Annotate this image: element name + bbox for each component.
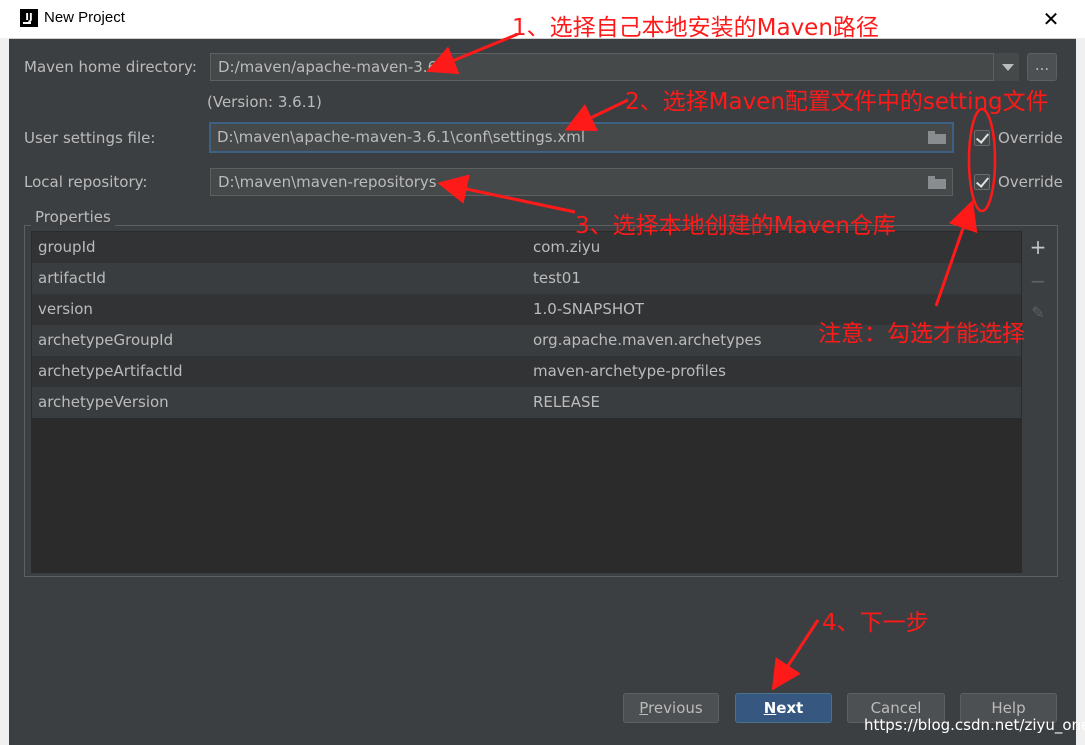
maven-home-label: Maven home directory: <box>24 58 197 76</box>
close-icon[interactable]: ✕ <box>1037 5 1065 33</box>
properties-table: groupId com.ziyu artifactId test01 versi… <box>31 231 1022 573</box>
next-mnemonic: N <box>763 699 777 717</box>
previous-label: revious <box>648 699 703 717</box>
property-key: archetypeArtifactId <box>38 362 183 380</box>
annotation-step-1: 1、选择自己本地安装的Maven路径 <box>512 15 879 41</box>
next-label: ext <box>776 699 804 717</box>
previous-mnemonic: P <box>639 699 649 717</box>
override-repo-label: Override <box>998 173 1063 191</box>
chevron-down-icon[interactable] <box>993 53 1019 81</box>
intellij-icon: IJ <box>20 9 38 27</box>
maven-version-text: (Version: 3.6.1) <box>207 93 322 111</box>
annotation-note: 注意：勾选才能选择 <box>818 321 1025 347</box>
table-row[interactable]: archetypeVersion RELEASE <box>32 387 1021 418</box>
property-key: groupId <box>38 238 96 256</box>
edit-icon[interactable]: ✎ <box>1028 303 1048 323</box>
remove-icon[interactable]: − <box>1028 271 1048 291</box>
property-key: archetypeVersion <box>38 393 169 411</box>
override-repo-checkbox[interactable] <box>974 174 990 190</box>
user-settings-label: User settings file: <box>24 129 156 147</box>
property-key: archetypeGroupId <box>38 331 174 349</box>
folder-icon[interactable] <box>928 176 946 189</box>
next-button[interactable]: Next <box>735 693 832 723</box>
previous-button[interactable]: Previous <box>623 693 719 723</box>
annotation-step-3: 3、选择本地创建的Maven仓库 <box>575 213 896 239</box>
override-highlight-circle <box>967 107 997 213</box>
property-value: 1.0-SNAPSHOT <box>533 300 645 318</box>
property-value: org.apache.maven.archetypes <box>533 331 762 349</box>
user-settings-input[interactable]: D:\maven\apache-maven-3.6.1\conf\setting… <box>209 122 954 153</box>
maven-home-input[interactable]: D:/maven/apache-maven-3.6.1 <box>210 53 994 81</box>
watermark: https://blog.csdn.net/ziyu_one <box>864 716 1085 734</box>
override-settings-label: Override <box>998 129 1063 147</box>
property-value: test01 <box>533 269 581 287</box>
properties-toolbar: + − ✎ <box>1022 231 1054 573</box>
arrow-2 <box>564 98 629 132</box>
property-value: RELEASE <box>533 393 600 411</box>
window-border-left <box>0 38 9 745</box>
local-repo-input[interactable]: D:\maven\maven-repositorys <box>210 168 953 196</box>
table-row[interactable]: archetypeArtifactId maven-archetype-prof… <box>32 356 1021 387</box>
property-value: maven-archetype-profiles <box>533 362 726 380</box>
browse-button[interactable]: ... <box>1027 53 1057 81</box>
add-icon[interactable]: + <box>1028 237 1048 257</box>
arrow-4 <box>771 619 820 691</box>
annotation-step-2: 2、选择Maven配置文件中的setting文件 <box>625 89 1049 115</box>
table-row[interactable]: artifactId test01 <box>32 263 1021 294</box>
properties-title: Properties <box>31 208 115 226</box>
property-key: version <box>38 300 93 318</box>
override-settings-checkbox[interactable] <box>974 130 990 146</box>
window-title: New Project <box>44 9 125 26</box>
window-border-right <box>1076 38 1085 745</box>
annotation-step-4: 4、下一步 <box>822 610 929 636</box>
folder-icon[interactable] <box>928 131 946 144</box>
property-key: artifactId <box>38 269 106 287</box>
local-repo-label: Local repository: <box>24 173 148 191</box>
